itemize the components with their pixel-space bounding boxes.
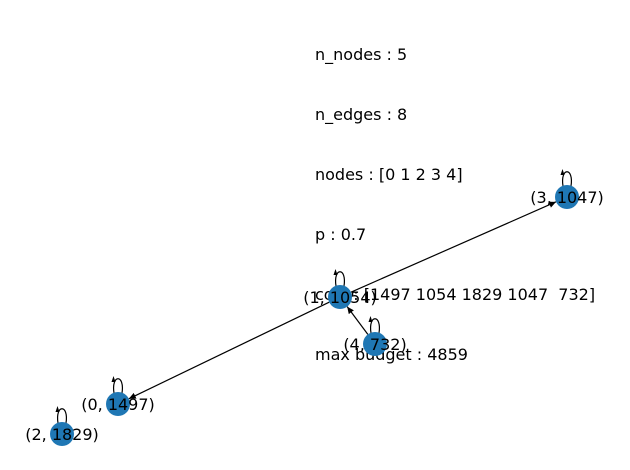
edge-1-to-1 — [335, 271, 345, 287]
node-2-label: (2, 1829) — [25, 425, 99, 444]
node-1-label: (1, 1054) — [303, 288, 377, 307]
edge-0-to-0 — [113, 378, 123, 394]
node-4-label: (4, 732) — [343, 335, 406, 354]
edge-4-to-4 — [370, 318, 380, 334]
node-3-label: (3, 1047) — [530, 188, 604, 207]
network-graph: (0, 1497) (1, 1054) (2, 1829) (3, 1047) (4, … — [25, 169, 604, 446]
labels-layer: (0, 1497) (1, 1054) (2, 1829) (3, 1047) (4, … — [25, 188, 604, 444]
edge-2-to-2 — [57, 408, 67, 424]
edge-4-to-1 — [346, 306, 369, 335]
node-0-label: (0, 1497) — [81, 395, 155, 414]
edge-1-to-0 — [128, 301, 330, 400]
edge-1-to-3 — [350, 201, 557, 293]
edge-3-to-3 — [562, 171, 572, 187]
